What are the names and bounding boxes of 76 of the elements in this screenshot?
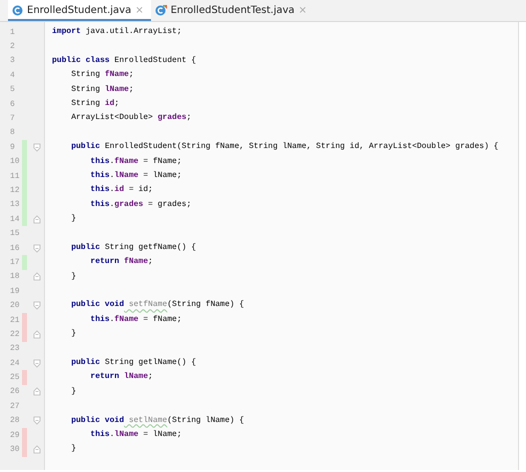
code-line: }: [71, 272, 76, 281]
line-number: 24: [9, 358, 21, 368]
code-line: public EnrolledStudent(String fName, String lName, String id, ArrayList<Double> grades) {: [71, 142, 498, 152]
code-line: public class EnrolledStudent {: [52, 56, 196, 65]
line-number: 6: [9, 100, 16, 109]
code-line: String id;: [71, 98, 120, 108]
line-number: 20: [9, 301, 21, 310]
code-line: public void setlName(String lName) {: [71, 416, 244, 425]
added-change-marker[interactable]: [22, 255, 27, 270]
line-number: 13: [9, 200, 21, 210]
code-line: this.lName = lName;: [90, 170, 182, 180]
fold-marker-icon[interactable]: [33, 142, 41, 152]
line-number: 29: [9, 430, 21, 440]
fold-marker-icon[interactable]: [33, 387, 41, 396]
line-number: 8: [9, 128, 16, 138]
code-line: }: [71, 214, 76, 224]
line-number: 10: [9, 157, 21, 166]
line-number: 12: [9, 186, 21, 195]
line-number: 1: [9, 28, 16, 37]
line-number: 5: [9, 85, 16, 94]
code-line: this.id = id;: [90, 185, 153, 194]
added-change-marker[interactable]: [22, 140, 27, 155]
line-number: 30: [9, 445, 21, 454]
line-number: 17: [9, 258, 21, 267]
line-number: 21: [9, 316, 21, 325]
line-number: 11: [9, 172, 21, 181]
code-line: }: [71, 444, 76, 454]
added-change-marker[interactable]: [22, 212, 27, 226]
fold-marker-icon[interactable]: [33, 272, 41, 282]
code-line: import java.util.ArrayList;: [52, 27, 182, 36]
line-number: 28: [9, 416, 21, 426]
code-line: String fName;: [71, 70, 134, 80]
editor-tab[interactable]: EnrolledStudentTest.java ×: [150, 0, 314, 21]
fold-marker-icon[interactable]: [33, 301, 41, 310]
code-line: this.fName = fName;: [90, 156, 182, 166]
line-number: 25: [9, 373, 21, 382]
code-line: public void setfName(String fName) {: [71, 300, 244, 310]
code-line: this.lName = lName;: [90, 430, 182, 439]
line-number: 27: [9, 402, 21, 411]
code-line: String lName;: [71, 84, 134, 94]
line-number: 18: [9, 272, 21, 282]
code-line: this.fName = fName;: [90, 314, 182, 324]
line-number: 15: [9, 229, 21, 238]
code-line: }: [71, 329, 76, 338]
test-class-icon: [154, 5, 167, 16]
fold-marker-icon[interactable]: [33, 416, 41, 426]
line-number: 2: [9, 42, 16, 52]
fold-marker-icon[interactable]: [33, 244, 41, 253]
code-line: public String getfName() {: [71, 242, 196, 252]
removed-change-marker[interactable]: [22, 428, 27, 442]
removed-change-marker[interactable]: [22, 370, 27, 385]
code-line: this.grades = grades;: [90, 200, 192, 209]
line-number: 4: [9, 70, 16, 80]
removed-change-marker[interactable]: [22, 312, 27, 328]
line-number: 16: [9, 244, 21, 253]
line-number: 14: [9, 214, 21, 224]
code-line: public String getlName() {: [71, 358, 196, 367]
line-number: 3: [9, 56, 16, 66]
removed-change-marker[interactable]: [22, 327, 27, 342]
code-line: ArrayList<Double> grades;: [71, 113, 192, 122]
fold-marker-icon[interactable]: [33, 214, 41, 224]
fold-marker-icon[interactable]: [33, 330, 41, 339]
line-number: 22: [9, 330, 21, 339]
line-number: 26: [9, 387, 21, 396]
editor-tab[interactable]: EnrolledStudent.java ×: [8, 0, 151, 21]
code-line: return fName;: [90, 257, 153, 266]
code-line: return lName;: [90, 372, 153, 382]
class-icon: [12, 5, 23, 16]
line-number: 9: [9, 142, 16, 152]
line-number: 23: [9, 344, 21, 354]
removed-change-marker[interactable]: [22, 442, 27, 457]
fold-marker-icon[interactable]: [33, 358, 41, 368]
fold-marker-icon[interactable]: [33, 445, 41, 454]
line-number: 7: [9, 114, 16, 124]
line-number: 19: [9, 286, 21, 296]
code-line: }: [71, 386, 76, 396]
